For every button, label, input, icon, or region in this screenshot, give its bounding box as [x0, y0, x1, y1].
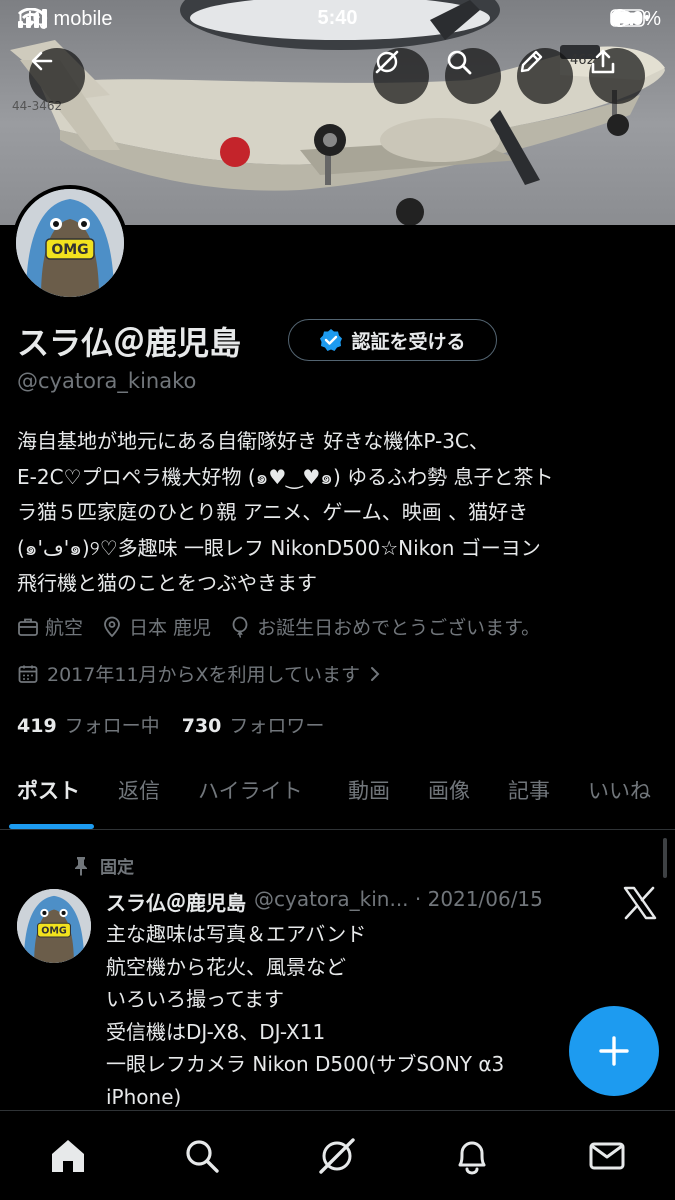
search-button[interactable]: [445, 48, 501, 104]
bio-line: E-2C♡プロペラ機大好物 (๑♥︎‿♥︎๑) ゆるふわ勢 息子と茶ト: [17, 464, 554, 489]
tweet-line: いろいろ撮ってます: [106, 987, 284, 1011]
chevron-right-icon: [370, 666, 380, 681]
followers-count: 730: [181, 715, 222, 737]
profile-avatar[interactable]: OMG: [12, 185, 128, 301]
share-button[interactable]: [589, 48, 645, 104]
grok-icon: [319, 1138, 355, 1174]
nav-messages[interactable]: [582, 1131, 632, 1181]
slime-avatar-image: OMG: [17, 889, 91, 963]
location-label: 日本 鹿児: [129, 617, 212, 639]
pinned-label: 固定: [100, 858, 134, 878]
tweet-header: スラ仏＠鹿児島 @cyatora_kin... · 2021/06/15: [106, 887, 543, 916]
x-logo-icon[interactable]: [622, 886, 658, 920]
tab-photos[interactable]: 画像: [428, 775, 470, 805]
display-name: スラ仏＠鹿児島: [17, 324, 242, 362]
profile-category: 航空: [17, 613, 83, 640]
nav-search[interactable]: [177, 1131, 227, 1181]
clock: 5:40: [317, 7, 358, 29]
active-tab-indicator: [9, 824, 94, 829]
profile-bio: 海自基地が地元にある自衛隊好き 好きな機体P-3C、 E-2C♡プロペラ機大好物…: [17, 424, 657, 602]
nav-home[interactable]: [43, 1131, 93, 1181]
pencil-icon: [520, 50, 543, 73]
joined-label: 2017年11月からXを利用しています: [47, 664, 360, 686]
category-label: 航空: [45, 617, 84, 639]
tweet-handle-date: @cyatora_kin... · 2021/06/15: [254, 887, 543, 911]
avatar-badge-text: OMG: [51, 242, 88, 258]
tab-highlights[interactable]: ハイライト: [198, 775, 303, 805]
tab-videos[interactable]: 動画: [348, 775, 390, 805]
birthday-label: お誕生日おめでとうございます。: [257, 617, 541, 639]
followers-link[interactable]: 730 フォロワー: [182, 711, 325, 738]
home-icon: [52, 1140, 84, 1172]
bio-line: 飛行機と猫のことをつぶやきます: [17, 571, 317, 595]
envelope-icon: [589, 1142, 625, 1170]
tweet-avatar[interactable]: OMG: [17, 889, 91, 963]
nav-notifications[interactable]: [447, 1131, 497, 1181]
tab-replies[interactable]: 返信: [118, 775, 160, 805]
grok-button[interactable]: [373, 48, 429, 104]
calendar-icon: [18, 665, 38, 683]
pin-icon: [75, 856, 87, 876]
following-link[interactable]: 419 フォロー中: [17, 711, 160, 738]
profile-banner[interactable]: 44-3462 462 UQ mobile 5:40: [0, 0, 675, 225]
bio-line: ラ猫５匹家庭のひとり親 アニメ、ゲーム、映画 、猫好き: [17, 500, 529, 524]
bio-line: (๑'ڡ'๑)୨♡多趣味 一眼レフ NikonD500☆Nikon ゴーヨン: [17, 535, 541, 560]
following-count: 419: [17, 715, 57, 737]
get-verified-button[interactable]: 認証を受ける: [288, 319, 497, 361]
profile-location: 日本 鹿児: [101, 613, 211, 640]
bottom-navigation: [0, 1110, 675, 1200]
tweet-author-name[interactable]: スラ仏＠鹿児島: [106, 887, 246, 916]
slime-avatar-image: OMG: [16, 189, 124, 297]
profile-meta: 航空 日本 鹿児 お誕生日おめでとうございます。: [17, 613, 558, 640]
tweet-line: 主な趣味は写真＆エアバンド: [106, 922, 367, 946]
briefcase-icon: [18, 618, 38, 636]
profile-birthday: お誕生日おめでとうございます。: [229, 613, 540, 640]
search-icon: [186, 1140, 219, 1173]
following-label: フォロー中: [64, 715, 160, 737]
nav-grok[interactable]: [312, 1131, 362, 1181]
status-bar: UQ mobile 5:40 100%: [0, 0, 675, 38]
tab-likes[interactable]: いいね: [588, 775, 651, 805]
follow-stats: 419 フォロー中 730 フォロワー: [17, 711, 324, 738]
bell-icon: [458, 1141, 486, 1175]
tab-articles[interactable]: 記事: [508, 775, 550, 805]
compose-button[interactable]: [569, 1006, 659, 1096]
pinned-indicator: 固定: [72, 853, 134, 878]
battery-icon: [610, 9, 649, 27]
balloon-icon: [232, 616, 248, 638]
edit-button[interactable]: [517, 48, 573, 104]
location-pin-icon: [104, 616, 120, 637]
back-button[interactable]: [29, 48, 85, 104]
tab-posts[interactable]: ポスト: [17, 775, 80, 805]
profile-tabs: ポスト 返信 ハイライト 動画 画像 記事 いいね: [0, 760, 675, 830]
scrollbar-thumb[interactable]: [663, 838, 667, 878]
bio-line: 海自基地が地元にある自衛隊好き 好きな機体P-3C、: [17, 429, 489, 453]
tweet-line: iPhone): [106, 1084, 182, 1109]
tweet-line: 航空機から花火、風景など: [106, 954, 346, 979]
profile-handle: @cyatora_kinako: [17, 369, 197, 393]
plus-icon: [599, 1036, 629, 1066]
followers-label: フォロワー: [229, 715, 325, 737]
arrow-left-icon: [31, 51, 53, 71]
grok-icon: [375, 50, 399, 74]
get-verified-label: 認証を受ける: [351, 330, 466, 353]
avatar-badge-text: OMG: [41, 926, 67, 937]
verified-badge-icon: [320, 329, 343, 351]
joined-date[interactable]: 2017年11月からXを利用しています: [17, 660, 382, 687]
search-icon: [447, 50, 472, 75]
share-icon: [591, 49, 615, 74]
tweet-text[interactable]: 主な趣味は写真＆エアバンド 航空機から花火、風景など いろいろ撮ってます 受信機…: [106, 918, 666, 1113]
